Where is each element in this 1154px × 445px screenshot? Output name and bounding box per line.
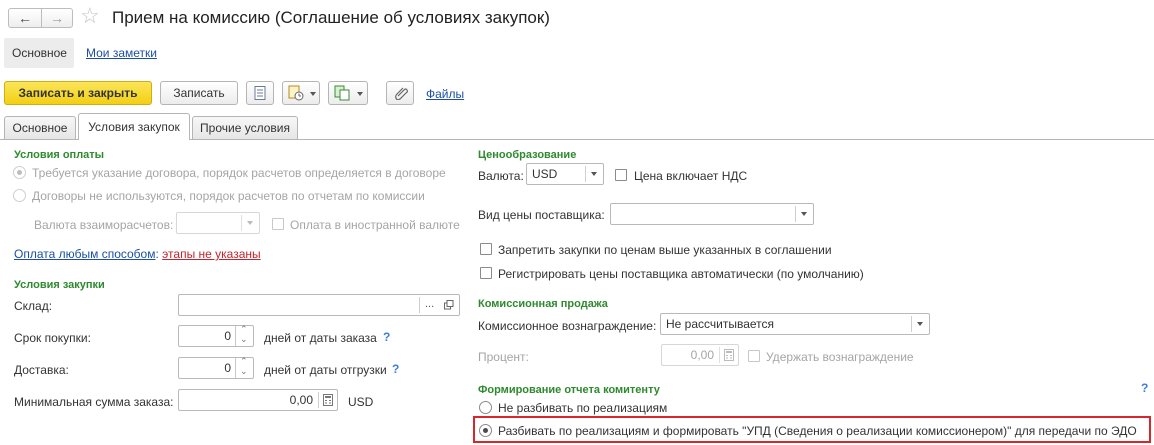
foreign-currency-checkbox[interactable] [272, 218, 284, 230]
create-based-button[interactable] [282, 81, 320, 105]
price-includes-vat-checkbox[interactable] [615, 169, 627, 181]
commission-percent-label: Процент: [478, 350, 529, 364]
payment-option-reports-label: Договоры не используются, порядок расчет… [32, 189, 425, 203]
chevron-down-icon [917, 322, 923, 326]
chevron-down-icon [801, 212, 807, 216]
save-label: Записать [173, 86, 225, 100]
spin-down-icon[interactable]: ⌄ [240, 334, 248, 345]
commission-reward-select[interactable]: Не рассчитывается [660, 313, 930, 335]
min-order-currency: USD [348, 395, 374, 409]
forbid-higher-prices-label: Запретить закупки по ценам выше указанны… [498, 243, 832, 257]
delivery-stepper[interactable]: 0 ⌃ ⌄ [178, 356, 254, 379]
purchase-period-help[interactable]: ? [383, 330, 390, 344]
tab-other-conditions[interactable]: Прочие условия [192, 116, 298, 139]
paperclip-icon [395, 87, 408, 100]
pricing-section-title: Ценообразование [478, 149, 577, 161]
calculator-icon[interactable] [724, 349, 734, 361]
report-no-split-radio[interactable] [479, 401, 492, 414]
delivery-help[interactable]: ? [392, 362, 399, 376]
save-button[interactable]: Записать [160, 81, 238, 105]
payment-links-colon: : [155, 247, 159, 261]
warehouse-input[interactable]: ... [178, 294, 460, 316]
pricing-currency-value: USD [532, 167, 558, 181]
report-help[interactable]: ? [1141, 381, 1148, 395]
commission-section-title: Комиссионная продажа [478, 298, 608, 310]
payment-section-title: Условия оплаты [14, 149, 105, 161]
pricing-currency-label: Валюта: [478, 169, 524, 183]
files-link[interactable]: Файлы [426, 87, 464, 101]
open-icon[interactable] [444, 300, 454, 310]
arrow-left-icon: ← [18, 10, 32, 26]
nav-tab-main[interactable]: Основное [4, 38, 74, 68]
payment-option-contract-label: Требуется указание договора, порядок рас… [32, 166, 446, 180]
report-no-split-label: Не разбивать по реализациям [498, 401, 668, 415]
warehouse-label: Склад: [14, 299, 53, 313]
delivery-value: 0 [224, 361, 231, 375]
nav-tab-main-label: Основное [12, 46, 67, 60]
purchase-period-label: Срок покупки: [14, 331, 91, 345]
spin-down-icon[interactable]: ⌄ [240, 366, 248, 377]
save-close-label: Записать и закрыть [18, 86, 138, 100]
settlement-currency-select[interactable] [176, 212, 260, 234]
foreign-currency-label: Оплата в иностранной валюте [290, 218, 460, 232]
payment-option-contract-radio[interactable] [13, 166, 26, 179]
purchase-period-unit: дней от даты заказа [264, 331, 377, 345]
tab-main-label: Основное [12, 121, 68, 135]
chevron-down-icon [591, 172, 597, 176]
min-order-value: 0,00 [289, 393, 313, 407]
tab-main[interactable]: Основное [4, 116, 76, 139]
payment-any-method-link[interactable]: Оплата любым способом [14, 247, 155, 261]
register-prices-label: Регистрировать цены поставщика автоматич… [498, 267, 864, 281]
supplier-price-type-select[interactable] [610, 203, 814, 225]
commission-percent-input[interactable]: 0,00 [661, 344, 739, 366]
chevron-down-icon [357, 92, 363, 96]
delivery-label: Доставка: [14, 363, 69, 377]
back-button[interactable]: ← [8, 8, 42, 28]
commission-percent-value: 0,00 [690, 348, 714, 362]
page-title: Прием на комиссию (Соглашение об условия… [112, 8, 550, 27]
more-icon[interactable]: ... [425, 298, 434, 310]
pricing-currency-select[interactable]: USD [526, 163, 604, 185]
calculator-icon[interactable] [323, 394, 333, 406]
report-section-title: Формирование отчета комитенту [478, 384, 660, 396]
attach-button[interactable] [386, 81, 414, 105]
price-includes-vat-label: Цена включает НДС [634, 169, 748, 183]
min-order-input[interactable]: 0,00 [178, 389, 338, 411]
related-docs-button[interactable] [328, 81, 368, 105]
save-close-button[interactable]: Записать и закрыть [4, 81, 152, 105]
report-split-label: Разбивать по реализациям и формировать "… [498, 424, 1137, 438]
min-order-label: Минимальная сумма заказа: [14, 395, 174, 409]
arrow-right-icon: → [50, 10, 64, 26]
commission-reward-value: Не рассчитывается [666, 317, 775, 331]
nav-link-notes[interactable]: Мои заметки [86, 46, 157, 60]
related-docs-icon [334, 85, 350, 101]
chevron-down-icon [247, 221, 253, 225]
forward-button[interactable]: → [41, 8, 73, 28]
tab-other-conditions-label: Прочие условия [200, 121, 290, 135]
chevron-down-icon [310, 92, 316, 96]
purchase-section-title: Условия закупки [14, 279, 105, 291]
favorite-star-icon[interactable]: ☆ [80, 3, 100, 29]
register-prices-checkbox[interactable] [480, 267, 492, 279]
document-icon [254, 86, 266, 100]
purchase-period-value: 0 [224, 329, 231, 343]
hold-reward-label: Удержать вознаграждение [766, 350, 914, 364]
report-split-radio[interactable] [479, 424, 492, 437]
tab-purchase-conditions-label: Условия закупок [88, 120, 180, 134]
commission-reward-label: Комиссионное вознаграждение: [478, 319, 657, 333]
settlement-currency-label: Валюта взаиморасчетов: [34, 218, 174, 232]
forbid-higher-prices-checkbox[interactable] [480, 243, 492, 255]
create-doc-icon [288, 85, 304, 101]
payment-option-reports-radio[interactable] [13, 189, 26, 202]
purchase-period-stepper[interactable]: 0 ⌃ ⌄ [178, 324, 254, 347]
delivery-unit: дней от даты отгрузки [264, 363, 387, 377]
tab-purchase-conditions[interactable]: Условия закупок [78, 113, 190, 140]
hold-reward-checkbox[interactable] [748, 350, 760, 362]
payment-stages-link[interactable]: этапы не указаны [162, 247, 260, 261]
payment-links-row: Оплата любым способом: этапы не указаны [14, 247, 261, 261]
report-button[interactable] [246, 81, 274, 105]
supplier-price-type-label: Вид цены поставщика: [478, 208, 605, 222]
